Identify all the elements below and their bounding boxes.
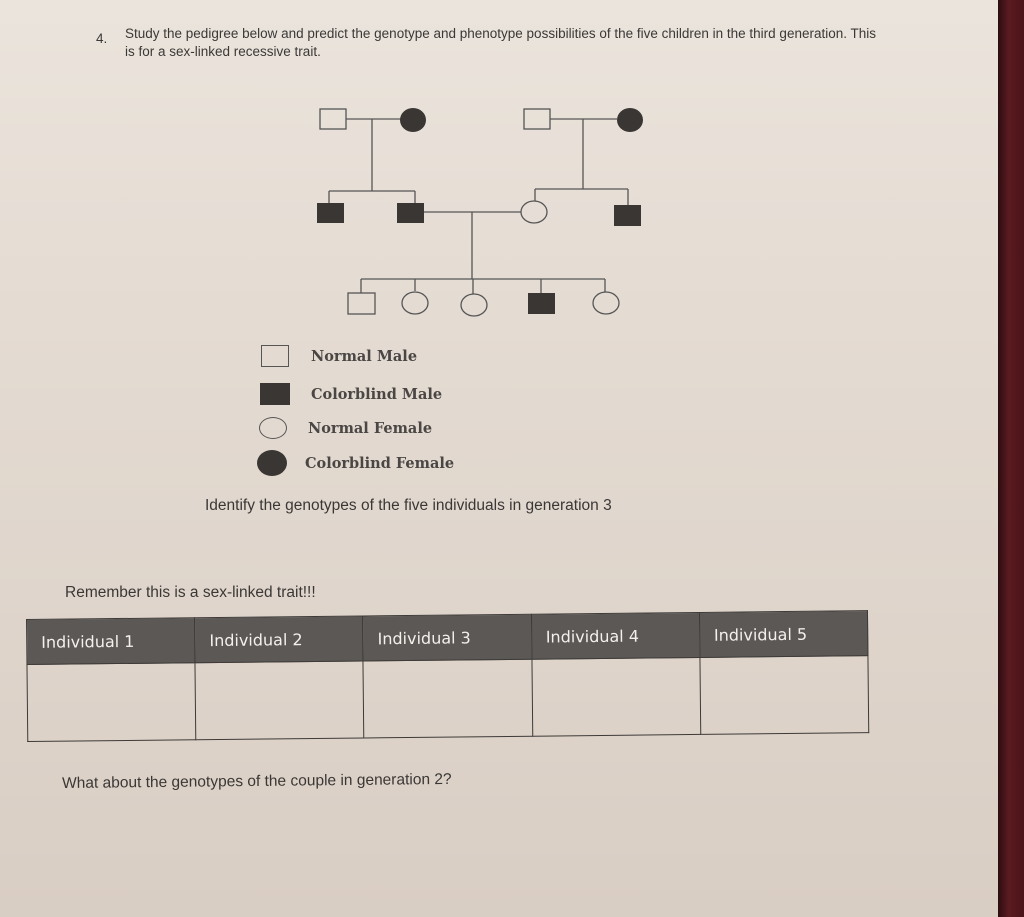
table-row xyxy=(26,655,869,742)
g2-normal-female xyxy=(520,200,548,224)
legend-item: Colorblind Male xyxy=(260,383,442,405)
instruction-text: Identify the genotypes of the five indiv… xyxy=(205,497,612,514)
legend-item: Normal Female xyxy=(259,417,432,439)
question-text: Study the pedigree below and predict the… xyxy=(125,26,876,59)
answer-cell-5[interactable] xyxy=(699,655,869,735)
reminder-text: Remember this is a sex-linked trait!!! xyxy=(65,584,316,601)
pedigree-chart xyxy=(317,108,643,317)
legend-item: Normal Male xyxy=(261,345,417,367)
g2-colorblind-male-3 xyxy=(614,205,641,226)
header-individual-5: Individual 5 xyxy=(699,610,868,658)
legend-label: Normal Male xyxy=(311,347,418,365)
header-individual-4: Individual 4 xyxy=(531,612,700,660)
g2-colorblind-male-1 xyxy=(317,203,344,223)
pedigree-lines xyxy=(328,118,629,294)
legend-label: Colorblind Male xyxy=(311,385,443,403)
individual-4-symbol xyxy=(528,293,555,314)
g1-normal-male-right xyxy=(523,108,551,130)
answer-cell-1[interactable] xyxy=(26,662,196,742)
g1-colorblind-female-right xyxy=(617,108,643,132)
g1-normal-male-left xyxy=(319,108,347,130)
answer-cell-4[interactable] xyxy=(531,657,701,737)
g2-colorblind-male-2 xyxy=(397,203,424,223)
answer-cell-2[interactable] xyxy=(195,660,365,740)
question-number: 4. xyxy=(96,31,108,46)
legend-label: Normal Female xyxy=(308,419,433,437)
open-circle-icon xyxy=(259,417,287,439)
answer-table: Individual 1 Individual 2 Individual 3 I… xyxy=(26,610,869,757)
g1-colorblind-female-left xyxy=(400,108,426,132)
individual-2-symbol xyxy=(401,291,429,315)
legend-label: Colorblind Female xyxy=(305,454,455,472)
filled-circle-icon xyxy=(257,450,287,476)
header-individual-1: Individual 1 xyxy=(26,617,196,665)
filled-square-icon xyxy=(260,383,290,405)
open-square-icon xyxy=(261,345,289,367)
header-individual-3: Individual 3 xyxy=(362,614,532,661)
individual-3-symbol xyxy=(460,293,488,317)
header-individual-2: Individual 2 xyxy=(194,615,364,663)
answer-cell-3[interactable] xyxy=(363,659,533,738)
legend-item: Colorblind Female xyxy=(257,450,454,476)
background-edge xyxy=(998,0,1024,917)
individual-5-symbol xyxy=(592,291,620,315)
individual-1-symbol xyxy=(347,292,376,315)
